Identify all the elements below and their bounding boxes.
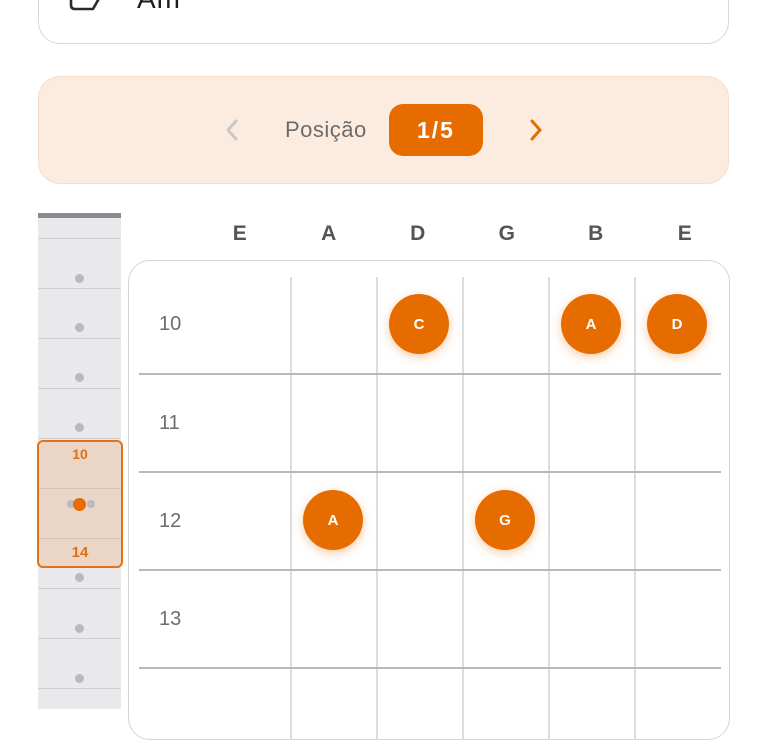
note-marker[interactable]: G	[475, 490, 535, 550]
fret-number: 11	[159, 412, 180, 434]
chevron-right-icon	[530, 119, 542, 141]
mini-fret-line	[38, 338, 121, 339]
string-line	[376, 277, 378, 739]
next-position-button[interactable]	[523, 115, 549, 145]
mini-fret-marker	[75, 373, 84, 382]
mini-fret-line	[38, 588, 121, 589]
mini-neck-position-window[interactable]: 10 14	[37, 440, 123, 568]
mini-fret-marker	[75, 323, 84, 332]
mini-fret-line	[38, 288, 121, 289]
mini-fret-marker	[75, 423, 84, 432]
string-line	[290, 277, 292, 739]
edit-icon	[69, 0, 100, 11]
string-line	[462, 277, 464, 739]
note-marker[interactable]: D	[647, 294, 707, 354]
string-label: D	[410, 222, 426, 245]
mini-fret-line	[38, 438, 121, 439]
mini-fret-marker	[75, 573, 84, 582]
chord-name: Am	[137, 0, 181, 15]
position-counter-badge: 1/5	[389, 104, 483, 156]
mini-fret-marker	[75, 274, 84, 283]
chevron-left-icon	[226, 119, 238, 141]
fret-number: 12	[159, 510, 182, 532]
string-label: B	[588, 222, 604, 245]
fret-number: 10	[159, 313, 182, 335]
mini-window-marker	[73, 498, 86, 511]
mini-fret-line	[38, 638, 121, 639]
previous-position-button[interactable]	[219, 115, 245, 145]
fret-number: 13	[159, 608, 182, 630]
string-label: A	[321, 222, 337, 245]
mini-fret-line	[38, 688, 121, 689]
string-line	[634, 277, 636, 739]
window-start-fret: 10	[72, 446, 88, 462]
string-line	[548, 277, 550, 739]
mini-fret-marker	[75, 624, 84, 633]
window-end-fret: 14	[71, 544, 89, 561]
mini-fret-marker	[87, 500, 95, 508]
mini-fret-line	[38, 238, 121, 239]
note-marker[interactable]: A	[561, 294, 621, 354]
note-marker[interactable]: A	[303, 490, 363, 550]
fret-line	[139, 569, 721, 571]
string-label: G	[498, 222, 516, 245]
string-label: E	[677, 222, 693, 245]
mini-fret-line	[38, 388, 121, 389]
position-navigator: Posição 1/5	[38, 76, 729, 184]
fret-line	[139, 373, 721, 375]
fret-line	[139, 471, 721, 473]
mini-fret-marker	[75, 674, 84, 683]
fret-line	[139, 667, 721, 669]
string-label: E	[232, 222, 248, 245]
position-label: Posição	[285, 117, 367, 142]
chord-card[interactable]: Am	[38, 0, 729, 44]
note-marker[interactable]: C	[389, 294, 449, 354]
mini-neck-nut	[38, 213, 121, 218]
